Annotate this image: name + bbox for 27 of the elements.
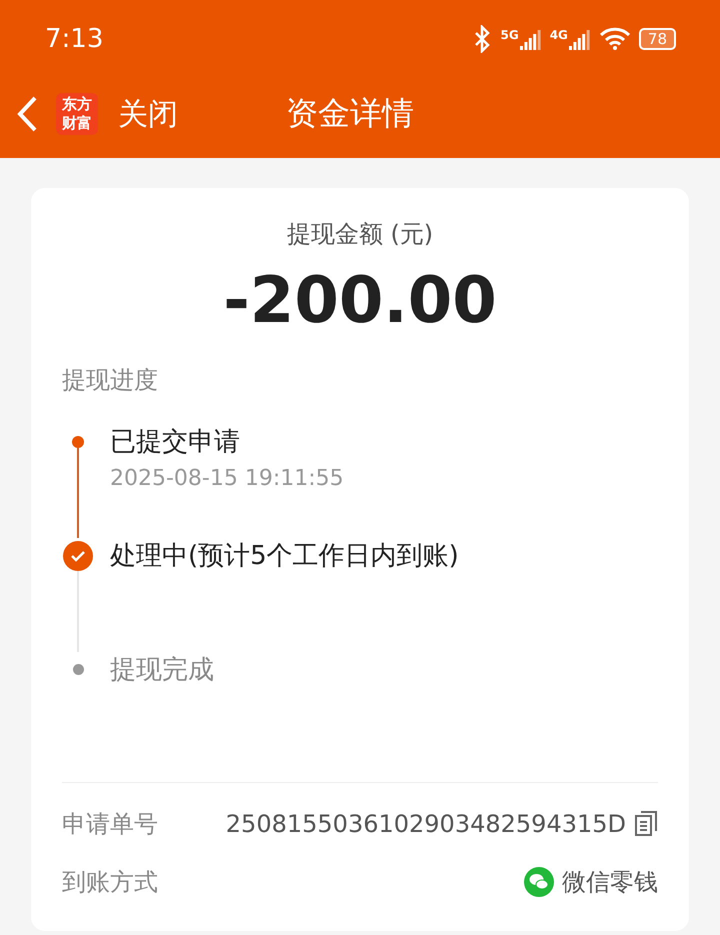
- detail-label: 申请单号: [62, 809, 158, 840]
- amount-value: -200.00: [222, 264, 498, 338]
- close-button[interactable]: 关闭: [118, 94, 178, 134]
- amount-label: 提现金额 (元): [286, 219, 434, 250]
- detail-value: 微信零钱: [562, 867, 658, 898]
- app-logo: 东方财富: [56, 93, 98, 135]
- status-time: 7:13: [45, 24, 104, 54]
- timeline-dot: [72, 664, 84, 675]
- step-label: 处理中(预计5个工作日内到账): [110, 540, 460, 573]
- network-label: 4G: [550, 28, 568, 42]
- wechat-icon: [524, 867, 554, 897]
- detail-label: 到账方式: [62, 867, 158, 898]
- section-title: 提现进度: [62, 365, 159, 396]
- battery-icon: 78: [638, 28, 676, 50]
- step-time: 2025-08-15 19:11:55: [110, 466, 345, 491]
- step-label: 已提交申请: [110, 426, 241, 459]
- timeline-dot: [72, 436, 84, 448]
- signal-icon: [520, 28, 542, 50]
- step-label: 提现完成: [110, 654, 215, 687]
- check-icon: [63, 541, 93, 571]
- page-title: 资金详情: [286, 93, 414, 134]
- copy-icon[interactable]: [634, 811, 658, 837]
- back-icon[interactable]: [16, 95, 38, 133]
- wifi-icon: [598, 27, 631, 51]
- signal-icon: [568, 28, 591, 50]
- network-label: 5G: [500, 28, 519, 42]
- detail-value: 2508155036102903482594315D: [226, 810, 626, 838]
